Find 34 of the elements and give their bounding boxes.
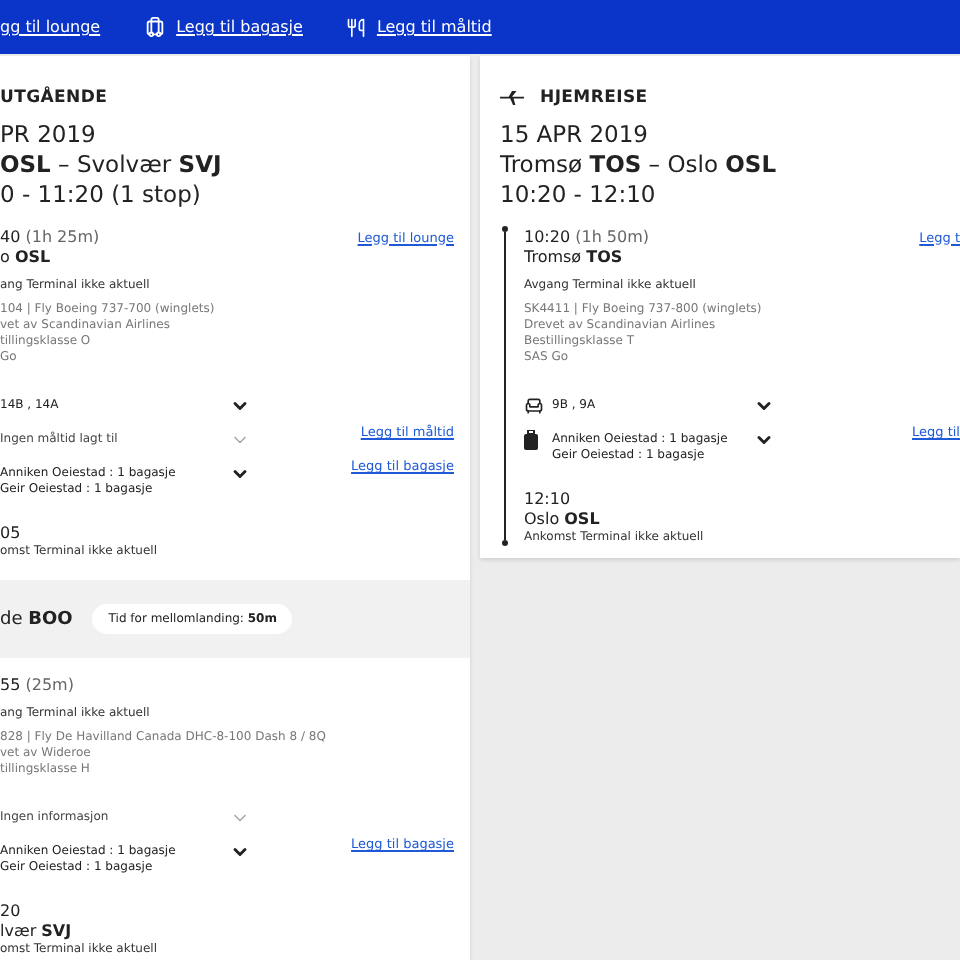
timeline-dot	[501, 540, 507, 546]
arrival-airport: Oslo OSL	[524, 510, 602, 530]
trip-times: 0 - 11:20 (1 stop)	[0, 180, 203, 210]
top-bar-link[interactable]: Legg til måltid	[376, 18, 492, 36]
luggage-icon	[524, 430, 538, 450]
departure-time: 40 (1h 25m)	[0, 226, 100, 248]
departure-time: 55 (25m)	[0, 674, 74, 696]
trip-title: HJEMREISE	[540, 88, 648, 108]
layover-airport: de BOO	[0, 609, 73, 629]
arrival-time: 05	[0, 522, 23, 544]
seat-icon	[524, 396, 544, 416]
arrival-time: 20	[0, 900, 23, 922]
trip-date: 15 APR 2019	[500, 120, 651, 150]
chevron-down-icon[interactable]	[230, 396, 250, 416]
departure-airport: o OSL	[0, 248, 53, 268]
plane-icon	[500, 90, 524, 106]
trip-title: UTGÅENDE	[0, 88, 108, 108]
arrival-airport: lvær SVJ	[0, 922, 74, 942]
top-bar-link[interactable]: Legg til bagasje	[176, 18, 303, 36]
chevron-down-icon[interactable]	[230, 464, 250, 484]
departure-time: 10:20 (1h 50m)	[524, 226, 650, 248]
trip-route: OSL – Svolvær SVJ	[0, 150, 224, 180]
departure-airport: Tromsø TOS	[524, 248, 625, 268]
trip-times: 10:20 - 12:10	[500, 180, 658, 210]
timeline-dot	[501, 226, 507, 232]
chevron-down-icon[interactable]	[754, 396, 774, 416]
trip-route: Tromsø TOS – Oslo OSL	[500, 150, 779, 180]
trip-date: PR 2019	[0, 120, 98, 150]
utensils-icon	[346, 17, 367, 37]
chevron-down-icon[interactable]	[230, 842, 250, 862]
top-bar-link[interactable]: gg til lounge	[0, 18, 101, 36]
chevron-down-icon[interactable]	[754, 430, 774, 450]
luggage-icon	[144, 16, 167, 38]
arrival-time: 12:10	[524, 488, 573, 510]
